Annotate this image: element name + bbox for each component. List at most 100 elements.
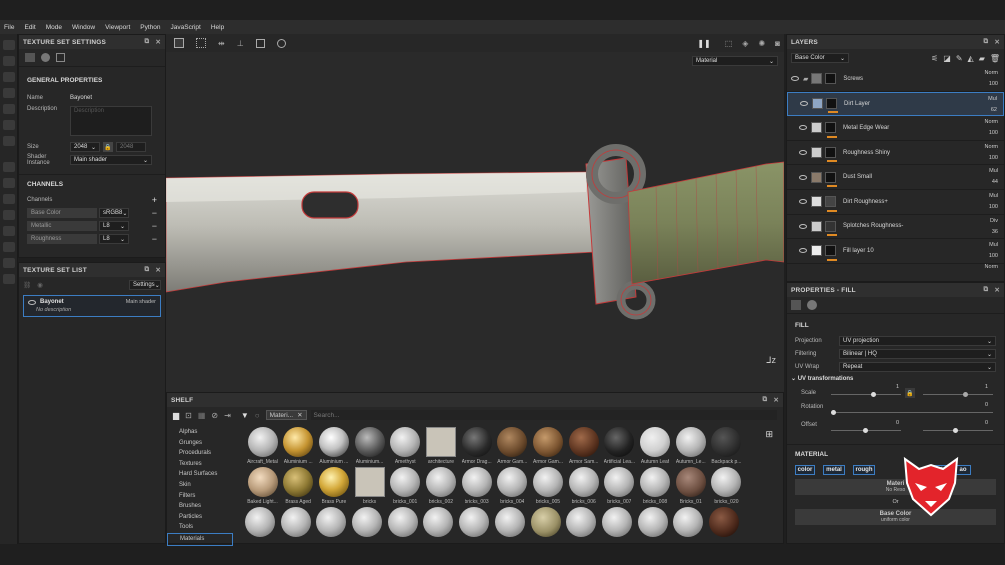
texture-set-icon[interactable] — [3, 162, 15, 172]
layer-blend[interactable]: Mul 62 — [988, 94, 997, 116]
add-fill-layer-icon[interactable]: ◭ — [968, 54, 974, 63]
visibility-eye-icon[interactable] — [799, 125, 807, 131]
new-folder-icon[interactable]: ⊡ — [185, 411, 192, 420]
material-preview[interactable] — [245, 507, 275, 537]
visibility-eye-icon[interactable] — [28, 299, 36, 305]
lock-icon[interactable]: 🔒 — [103, 142, 113, 152]
material-tile[interactable]: Baked Light... — [245, 467, 280, 505]
add-channel-button[interactable]: + — [152, 195, 157, 205]
rotation-slider[interactable] — [831, 412, 993, 413]
description-field[interactable]: Description — [70, 106, 152, 136]
uvwrap-select[interactable]: Repeat ⌄ — [839, 362, 996, 372]
layer-blend[interactable]: Mul 100 — [989, 191, 998, 213]
visibility-eye-icon[interactable] — [799, 199, 807, 205]
slider-handle[interactable] — [963, 392, 968, 397]
category-item[interactable]: Particles — [179, 512, 237, 523]
link-icon[interactable]: ⛓ — [23, 281, 31, 289]
category-item[interactable]: Filters — [179, 491, 237, 502]
material-tile[interactable]: Aircraft_Metal — [245, 427, 280, 465]
category-item[interactable]: Hard Surfaces — [179, 469, 237, 480]
picker-icon[interactable] — [3, 136, 15, 146]
timer-icon[interactable] — [276, 38, 286, 48]
undock-icon[interactable]: ⧉ — [145, 38, 150, 46]
layer-blend[interactable]: Mul 100 — [989, 240, 998, 262]
rough-chip[interactable]: rough — [853, 465, 875, 475]
material-tile[interactable]: bricks_002 — [423, 467, 458, 505]
folder-icon[interactable]: ▆ — [173, 411, 179, 420]
category-item[interactable]: Brushes — [179, 501, 237, 512]
menu-file[interactable]: File — [4, 24, 14, 31]
category-item[interactable]: Textures — [179, 459, 237, 470]
scale-slider[interactable] — [831, 394, 901, 395]
material-tile[interactable]: Aluminium ... — [281, 427, 316, 465]
lock-icon[interactable]: 🔒 — [905, 388, 915, 398]
undock-icon[interactable]: ⧉ — [984, 38, 989, 46]
material-preview[interactable] — [637, 507, 668, 537]
projection-icon[interactable] — [3, 72, 15, 82]
visibility-eye-icon[interactable] — [799, 150, 807, 156]
uv-tab-icon[interactable] — [56, 53, 65, 62]
channel-format-select[interactable]: L8 ⌄ — [99, 221, 129, 231]
slider-handle[interactable] — [831, 410, 836, 415]
slider-handle[interactable] — [953, 428, 958, 433]
material-preview[interactable] — [601, 507, 632, 537]
material-preview[interactable] — [530, 507, 561, 537]
grid-view-icon[interactable]: ▦ — [198, 411, 206, 420]
menu-mode[interactable]: Mode — [46, 24, 62, 31]
projection-select[interactable]: UV projection ⌄ — [839, 336, 996, 346]
material-tile[interactable]: Armor Drag... — [459, 427, 494, 465]
material-tile[interactable]: architecture — [423, 427, 458, 465]
material-tile[interactable]: bricks_001 — [388, 467, 423, 505]
shader-select[interactable]: Main shader ⌄ — [70, 155, 152, 165]
settings-icon[interactable] — [3, 274, 15, 284]
filtering-select[interactable]: Bilinear | HQ ⌄ — [839, 349, 996, 359]
mirror-icon[interactable]: ⇹ — [218, 39, 225, 48]
add-folder-icon[interactable]: ▰ — [979, 54, 985, 63]
metal-chip[interactable]: metal — [823, 465, 845, 475]
filter-tag[interactable]: Materi... ✕ — [265, 410, 307, 420]
material-tile[interactable]: Bricks_01 — [673, 467, 708, 505]
material-preview[interactable] — [423, 507, 454, 537]
layer-blend[interactable]: Norm 100 — [985, 117, 998, 139]
settings-dropdown[interactable]: Settings ⌄ — [129, 280, 161, 290]
bakers-icon[interactable] — [3, 258, 15, 268]
category-item[interactable]: Skin — [179, 480, 237, 491]
material-tile[interactable]: bricks_007 — [602, 467, 637, 505]
fill-tab-icon[interactable] — [791, 300, 801, 310]
pause-icon[interactable]: ❚❚ — [697, 39, 710, 48]
close-icon[interactable]: ✕ — [155, 38, 161, 46]
layer-row-selected[interactable]: Dirt Layer Mul 62 — [787, 91, 1004, 117]
material-tile[interactable]: Brass Pure — [316, 467, 351, 505]
filter-icon[interactable]: ▼ — [241, 411, 249, 420]
layer-row-partial[interactable]: Norm — [787, 264, 1004, 270]
close-icon[interactable]: ✕ — [994, 286, 1000, 294]
material-preview[interactable] — [494, 507, 525, 537]
lighting-icon[interactable]: ✺ — [758, 39, 765, 48]
grid-icon[interactable] — [174, 38, 184, 48]
material-preview[interactable] — [352, 507, 383, 537]
visibility-eye-icon[interactable] — [799, 223, 807, 229]
view-toggle-icon[interactable]: ⊞ — [765, 429, 773, 440]
material-preview[interactable] — [708, 507, 739, 537]
camera-mode-icon[interactable]: ⬚ — [725, 39, 733, 48]
screenshot-icon[interactable]: ◙ — [775, 39, 780, 48]
clone-icon[interactable] — [3, 120, 15, 130]
remove-channel-button[interactable]: − — [152, 221, 157, 231]
settings-tab-icon[interactable] — [25, 53, 35, 62]
material-slot[interactable]: Materi No Reso — [795, 479, 996, 495]
polygon-fill-icon[interactable] — [3, 88, 15, 98]
material-tile[interactable]: bricks_008 — [638, 467, 673, 505]
save-filter-icon[interactable]: ○ — [255, 411, 260, 420]
material-tile[interactable]: Aluminium ... — [316, 427, 351, 465]
smudge-icon[interactable] — [3, 104, 15, 114]
slider-handle[interactable] — [863, 428, 868, 433]
layer-blend[interactable]: Norm 100 — [985, 68, 998, 90]
visibility-eye-icon[interactable] — [791, 76, 799, 82]
menu-viewport[interactable]: Viewport — [105, 24, 130, 31]
category-item-selected[interactable]: Materials — [167, 532, 233, 546]
menu-javascript[interactable]: JavaScript — [171, 24, 201, 31]
layer-row[interactable]: Dirt Roughness+ Mul 100 — [787, 190, 1004, 215]
material-tile[interactable]: Aluminium... — [352, 427, 387, 465]
material-preview[interactable] — [316, 507, 347, 537]
close-icon[interactable]: ✕ — [297, 411, 302, 419]
